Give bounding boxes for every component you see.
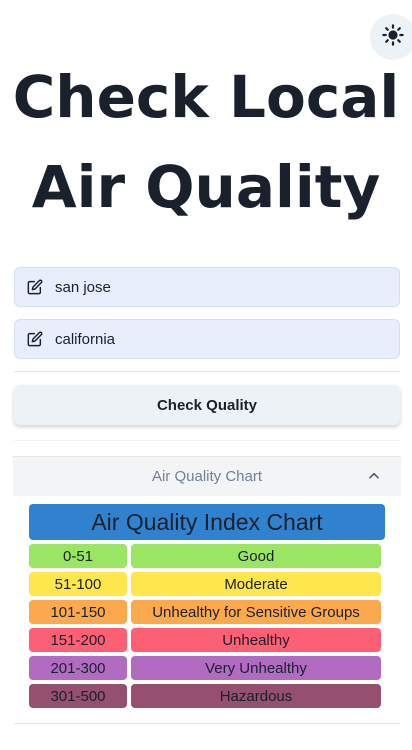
city-input[interactable] — [55, 278, 399, 296]
aqi-row: 151-200 Unhealthy — [29, 628, 381, 652]
aqi-level: Hazardous — [131, 684, 381, 708]
aqi-chart-title: Air Quality Index Chart — [29, 504, 385, 540]
aqi-level: Unhealthy — [131, 628, 381, 652]
aqi-row: 51-100 Moderate — [29, 572, 381, 596]
divider — [14, 440, 400, 441]
air-quality-chart-accordion[interactable]: Air Quality Chart — [13, 456, 401, 496]
edit-icon — [27, 279, 43, 295]
sun-icon — [382, 24, 404, 50]
state-input[interactable] — [55, 330, 399, 348]
aqi-range: 301-500 — [29, 684, 127, 708]
aqi-row: 301-500 Hazardous — [29, 684, 381, 708]
aqi-range: 151-200 — [29, 628, 127, 652]
aqi-range: 0-51 — [29, 544, 127, 568]
aqi-level: Very Unhealthy — [131, 656, 381, 680]
state-field[interactable] — [14, 319, 400, 359]
aqi-row: 0-51 Good — [29, 544, 381, 568]
aqi-row: 201-300 Very Unhealthy — [29, 656, 381, 680]
aqi-level: Unhealthy for Sensitive Groups — [131, 600, 381, 624]
accordion-label: Air Quality Chart — [151, 468, 263, 485]
divider — [14, 371, 400, 372]
divider — [14, 723, 400, 724]
aqi-row: 101-150 Unhealthy for Sensitive Groups — [29, 600, 381, 624]
aqi-range: 101-150 — [29, 600, 127, 624]
page-title: Check Local Air Quality — [12, 63, 400, 221]
aqi-range: 51-100 — [29, 572, 127, 596]
edit-icon — [27, 331, 43, 347]
chevron-up-icon — [367, 469, 383, 485]
aqi-level: Good — [131, 544, 381, 568]
aqi-level: Moderate — [131, 572, 381, 596]
aqi-range: 201-300 — [29, 656, 127, 680]
city-field[interactable] — [14, 267, 400, 307]
check-quality-button[interactable]: Check Quality — [14, 385, 400, 425]
